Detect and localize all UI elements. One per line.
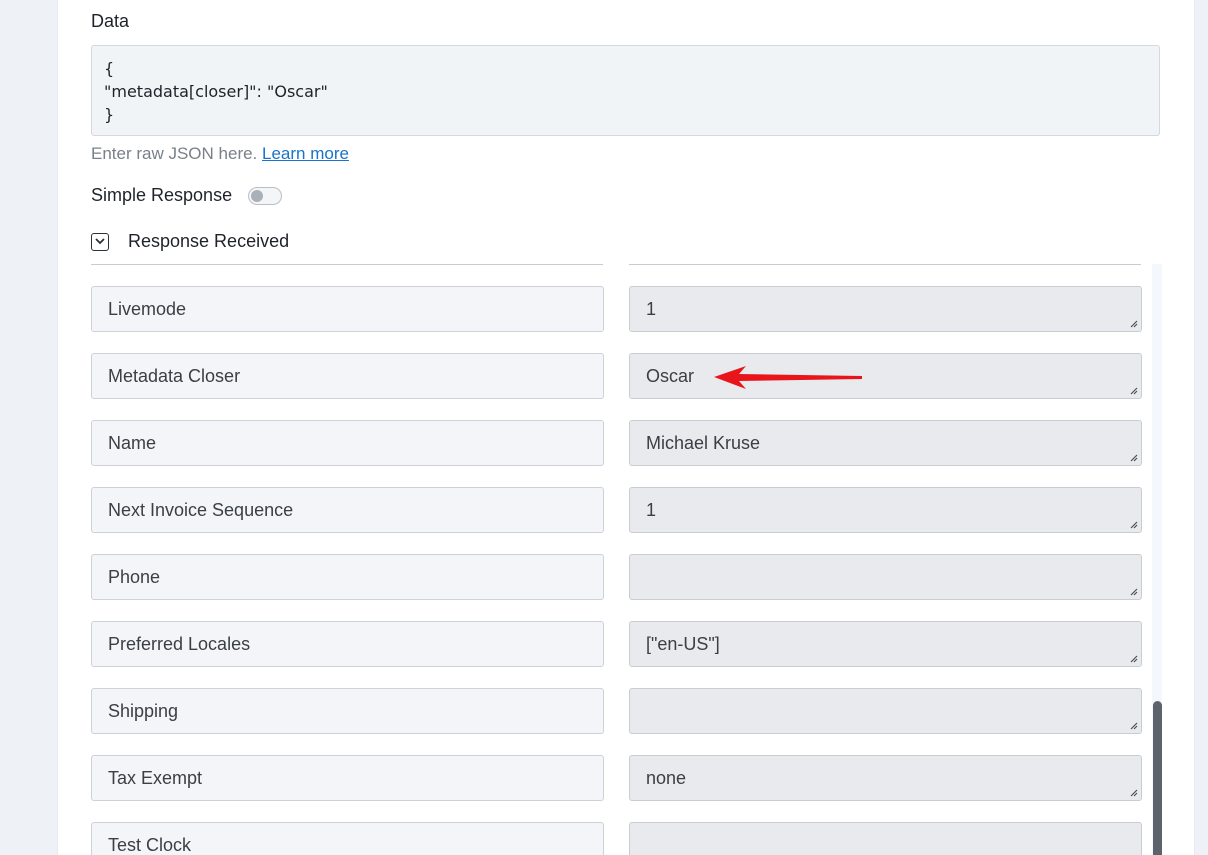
response-received-header[interactable]: Response Received <box>91 231 289 252</box>
field-value-textarea[interactable] <box>629 554 1142 600</box>
chevron-down-icon[interactable] <box>91 232 109 251</box>
annotation-arrow-icon <box>714 366 862 389</box>
clipped-row-edge <box>629 264 1141 265</box>
response-field-row: Metadata Closer Oscar <box>58 353 1158 399</box>
response-field-row: Livemode 1 <box>58 286 1158 332</box>
simple-response-label: Simple Response <box>91 185 233 205</box>
help-text-label: Enter raw JSON here. <box>91 144 258 163</box>
field-key-input[interactable]: Metadata Closer <box>91 353 604 399</box>
field-value-textarea[interactable]: 1 <box>629 286 1142 332</box>
json-help-text: Enter raw JSON here. Learn more <box>91 144 349 164</box>
field-value-textarea[interactable]: Oscar <box>629 353 1142 399</box>
field-value: 1 <box>646 298 657 319</box>
field-key-input[interactable]: Preferred Locales <box>91 621 604 667</box>
field-key-input[interactable]: Livemode <box>91 286 604 332</box>
json-line: "metadata[closer]": "Oscar" <box>104 82 328 101</box>
simple-response-row: Simple Response <box>91 185 283 206</box>
json-line: } <box>104 105 115 124</box>
response-field-row: Next Invoice Sequence 1 <box>58 487 1158 533</box>
resize-grip-icon[interactable] <box>1130 387 1138 395</box>
resize-grip-icon[interactable] <box>1130 454 1138 462</box>
field-key-input[interactable]: Phone <box>91 554 604 600</box>
field-value: 1 <box>646 499 657 520</box>
response-field-row: Name Michael Kruse <box>58 420 1158 466</box>
response-field-row: Shipping <box>58 688 1158 734</box>
field-value: ["en-US"] <box>646 633 720 654</box>
field-key-input[interactable]: Name <box>91 420 604 466</box>
field-value: Oscar <box>646 365 695 386</box>
resize-grip-icon[interactable] <box>1130 655 1138 663</box>
json-line: { <box>104 59 115 78</box>
field-value-textarea[interactable]: none <box>629 755 1142 801</box>
field-key-input[interactable]: Test Clock <box>91 822 604 855</box>
clipped-row-edge <box>91 264 603 265</box>
field-key-input[interactable]: Next Invoice Sequence <box>91 487 604 533</box>
field-value: none <box>646 767 687 788</box>
field-key-input[interactable]: Tax Exempt <box>91 755 604 801</box>
response-field-row: Phone <box>58 554 1158 600</box>
field-value-textarea[interactable]: ["en-US"] <box>629 621 1142 667</box>
data-label: Data <box>91 11 130 31</box>
field-value: Michael Kruse <box>646 432 761 453</box>
response-field-row: Tax Exempt none <box>58 755 1158 801</box>
simple-response-toggle[interactable] <box>248 186 283 205</box>
resize-grip-icon[interactable] <box>1130 521 1138 529</box>
resize-grip-icon[interactable] <box>1130 320 1138 328</box>
field-value-textarea[interactable]: 1 <box>629 487 1142 533</box>
response-field-row: Test Clock <box>58 822 1158 855</box>
resize-grip-icon[interactable] <box>1130 722 1138 730</box>
scrollbar-thumb[interactable] <box>1153 701 1162 855</box>
response-field-row: Preferred Locales ["en-US"] <box>58 621 1158 667</box>
raw-json-textarea[interactable]: { "metadata[closer]": "Oscar" } <box>91 45 1160 136</box>
response-fields-list[interactable]: Livemode 1 Metadata Closer Oscar Name Mi… <box>58 264 1166 855</box>
resize-grip-icon[interactable] <box>1130 789 1138 797</box>
resize-grip-icon[interactable] <box>1130 588 1138 596</box>
field-value-textarea[interactable]: Michael Kruse <box>629 420 1142 466</box>
learn-more-link[interactable]: Learn more <box>262 144 349 163</box>
response-received-label: Response Received <box>128 231 290 251</box>
field-value-textarea[interactable] <box>629 822 1142 855</box>
toggle-knob <box>251 189 264 202</box>
field-value-textarea[interactable] <box>629 688 1142 734</box>
field-key-input[interactable]: Shipping <box>91 688 604 734</box>
